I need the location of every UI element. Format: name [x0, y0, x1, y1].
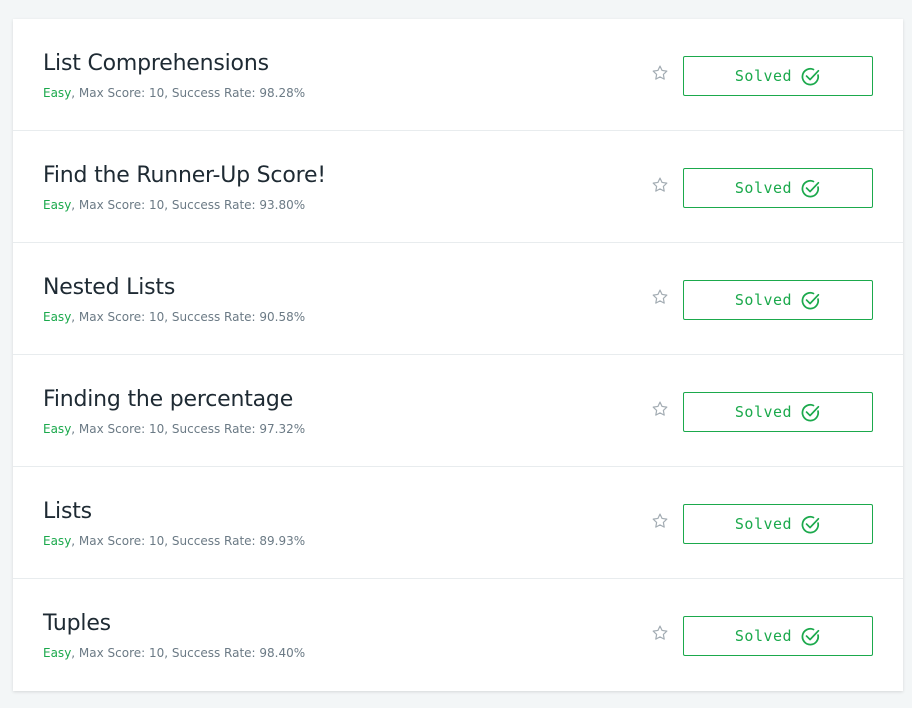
- challenge-row[interactable]: Lists Easy, Max Score: 10, Success Rate:…: [13, 467, 903, 579]
- challenge-row[interactable]: Tuples Easy, Max Score: 10, Success Rate…: [13, 579, 903, 691]
- star-icon[interactable]: [651, 512, 669, 530]
- solved-label: Solved: [734, 291, 793, 309]
- challenge-meta: Easy, Max Score: 10, Success Rate: 90.58…: [43, 310, 305, 324]
- challenge-title[interactable]: Find the Runner-Up Score!: [43, 163, 326, 188]
- difficulty-label: Easy: [43, 86, 72, 100]
- solved-label: Solved: [734, 515, 793, 533]
- challenge-title[interactable]: Nested Lists: [43, 275, 175, 300]
- challenge-details: , Max Score: 10, Success Rate: 90.58%: [71, 310, 306, 324]
- challenge-meta: Easy, Max Score: 10, Success Rate: 97.32…: [43, 422, 305, 436]
- check-circle-icon: [801, 291, 820, 309]
- star-icon[interactable]: [651, 288, 669, 306]
- challenge-title[interactable]: Tuples: [43, 611, 111, 636]
- difficulty-label: Easy: [43, 422, 72, 436]
- challenge-details: , Max Score: 10, Success Rate: 93.80%: [71, 198, 306, 212]
- solved-label: Solved: [734, 67, 793, 85]
- solved-button[interactable]: Solved: [683, 616, 873, 656]
- solved-label: Solved: [734, 179, 793, 197]
- star-icon[interactable]: [651, 624, 669, 642]
- challenge-meta: Easy, Max Score: 10, Success Rate: 98.40…: [43, 646, 305, 660]
- solved-button[interactable]: Solved: [683, 392, 873, 432]
- challenge-details: , Max Score: 10, Success Rate: 98.40%: [71, 646, 306, 660]
- star-icon[interactable]: [651, 400, 669, 418]
- solved-label: Solved: [734, 627, 793, 645]
- challenge-details: , Max Score: 10, Success Rate: 98.28%: [71, 86, 306, 100]
- challenge-title[interactable]: Lists: [43, 499, 92, 524]
- check-circle-icon: [801, 179, 820, 197]
- challenge-row[interactable]: List Comprehensions Easy, Max Score: 10,…: [13, 19, 903, 131]
- difficulty-label: Easy: [43, 646, 72, 660]
- solved-button[interactable]: Solved: [683, 504, 873, 544]
- solved-button[interactable]: Solved: [683, 280, 873, 320]
- challenge-details: , Max Score: 10, Success Rate: 97.32%: [71, 422, 306, 436]
- challenge-meta: Easy, Max Score: 10, Success Rate: 98.28…: [43, 86, 305, 100]
- challenge-title[interactable]: Finding the percentage: [43, 387, 293, 412]
- check-circle-icon: [801, 515, 820, 533]
- difficulty-label: Easy: [43, 534, 72, 548]
- challenge-row[interactable]: Nested Lists Easy, Max Score: 10, Succes…: [13, 243, 903, 355]
- challenge-meta: Easy, Max Score: 10, Success Rate: 93.80…: [43, 198, 305, 212]
- challenge-row[interactable]: Finding the percentage Easy, Max Score: …: [13, 355, 903, 467]
- star-icon[interactable]: [651, 64, 669, 82]
- difficulty-label: Easy: [43, 198, 72, 212]
- check-circle-icon: [801, 403, 820, 421]
- difficulty-label: Easy: [43, 310, 72, 324]
- solved-label: Solved: [734, 403, 793, 421]
- check-circle-icon: [801, 627, 820, 645]
- challenge-meta: Easy, Max Score: 10, Success Rate: 89.93…: [43, 534, 305, 548]
- challenge-list: List Comprehensions Easy, Max Score: 10,…: [13, 19, 903, 691]
- challenge-title[interactable]: List Comprehensions: [43, 51, 269, 76]
- solved-button[interactable]: Solved: [683, 56, 873, 96]
- solved-button[interactable]: Solved: [683, 168, 873, 208]
- challenge-row[interactable]: Find the Runner-Up Score! Easy, Max Scor…: [13, 131, 903, 243]
- challenge-details: , Max Score: 10, Success Rate: 89.93%: [71, 534, 306, 548]
- check-circle-icon: [801, 67, 820, 85]
- star-icon[interactable]: [651, 176, 669, 194]
